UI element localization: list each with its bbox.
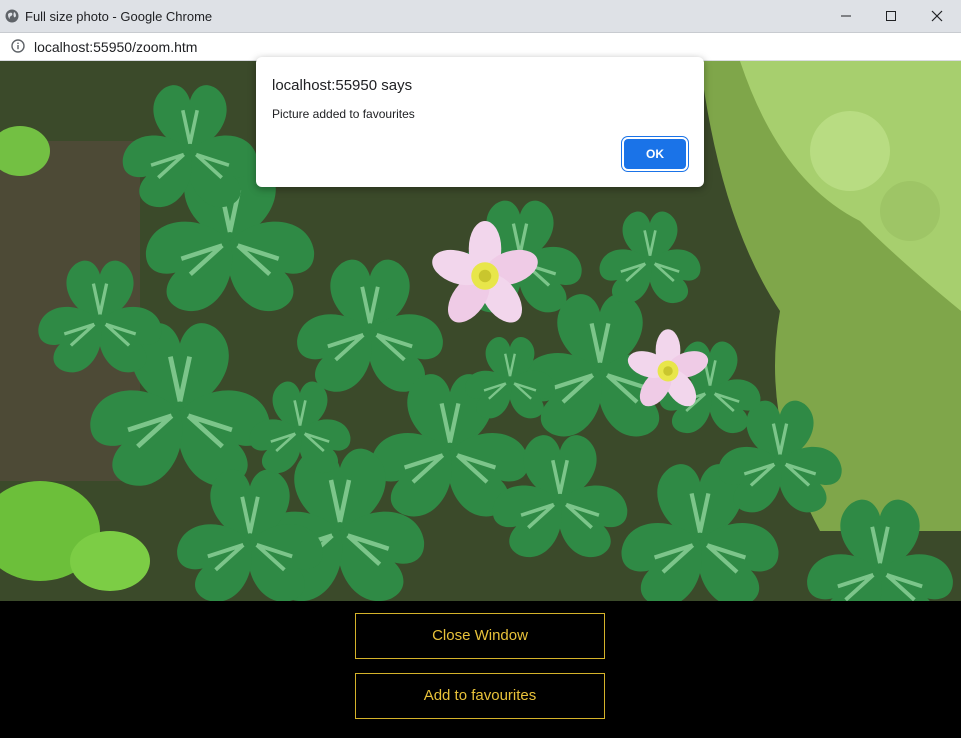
url-text[interactable]: localhost:55950/zoom.htm: [34, 39, 197, 55]
close-window-button[interactable]: [914, 0, 960, 32]
close-window-link-button[interactable]: Close Window: [355, 613, 605, 659]
ok-button[interactable]: OK: [624, 139, 686, 169]
globe-icon: [5, 9, 19, 23]
close-icon: [931, 10, 943, 22]
alert-dialog: localhost:55950 says Picture added to fa…: [256, 57, 704, 187]
dialog-message: Picture added to favourites: [272, 107, 415, 121]
add-to-favourites-button[interactable]: Add to favourites: [355, 673, 605, 719]
minimize-icon: [841, 15, 851, 17]
photo-controls: Close Window Add to favourites: [0, 601, 961, 738]
window-titlebar: Full size photo - Google Chrome: [0, 0, 961, 33]
window-title: Full size photo - Google Chrome: [25, 9, 213, 24]
dialog-origin: localhost:55950 says: [272, 77, 413, 94]
maximize-icon: [886, 11, 896, 21]
maximize-button[interactable]: [868, 0, 914, 32]
minimize-button[interactable]: [823, 0, 869, 32]
info-icon[interactable]: [11, 39, 25, 53]
